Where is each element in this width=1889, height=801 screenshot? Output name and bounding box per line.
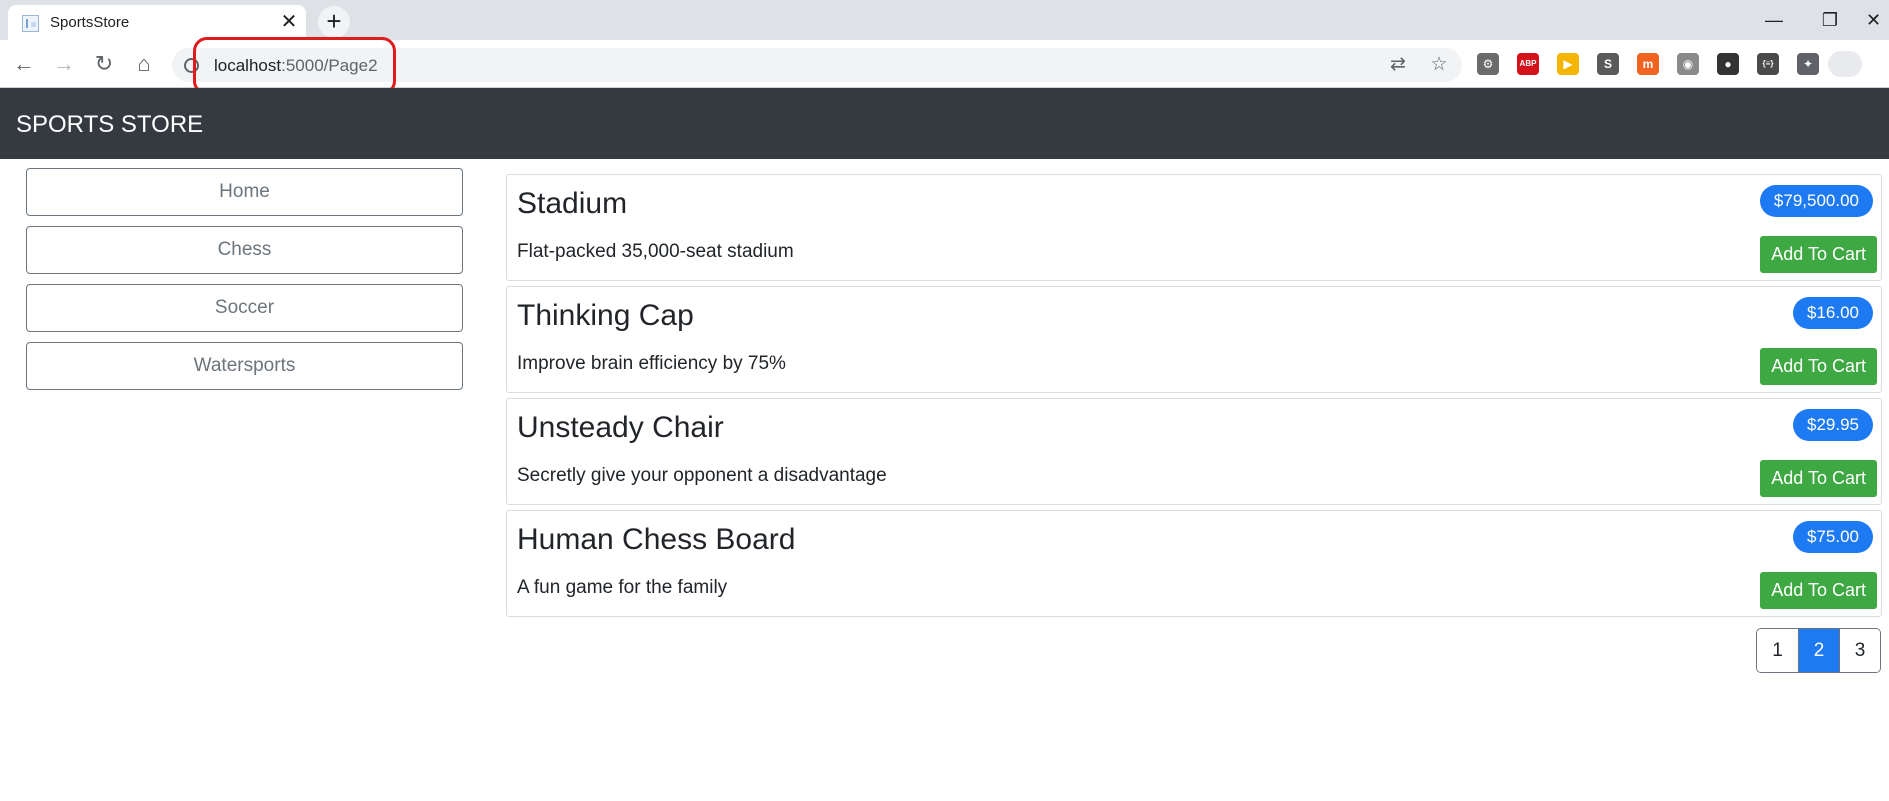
page-2-button[interactable]: 2 <box>1798 629 1839 672</box>
browser-tab[interactable]: SportsStore ✕ <box>8 5 306 40</box>
brand-title[interactable]: SPORTS STORE <box>16 111 203 139</box>
close-tab-icon[interactable]: ✕ <box>278 11 300 33</box>
close-window-button[interactable]: ✕ <box>1858 6 1889 34</box>
browser-tabstrip: SportsStore ✕ + — ❐ ✕ <box>0 0 1889 40</box>
reload-icon[interactable]: ↻ <box>89 49 119 79</box>
translate-icon[interactable]: ⇄ <box>1385 52 1411 78</box>
bookmark-star-icon[interactable]: ☆ <box>1426 52 1452 78</box>
page-favicon-icon <box>22 15 39 32</box>
back-icon[interactable]: ← <box>9 49 39 79</box>
profile-avatar[interactable] <box>1828 51 1862 77</box>
category-sidebar: Home Chess Soccer Watersports <box>26 168 463 400</box>
json-extension-icon[interactable]: {≡} <box>1757 53 1779 75</box>
price-badge: $79,500.00 <box>1759 185 1873 217</box>
url-annotation-highlight <box>193 37 396 95</box>
restore-window-button[interactable]: ❐ <box>1810 6 1850 34</box>
product-list: Stadium $79,500.00 Flat-packed 35,000-se… <box>506 174 1882 622</box>
product-description: Improve brain efficiency by 75% <box>517 353 786 374</box>
add-to-cart-button[interactable]: Add To Cart <box>1760 348 1877 385</box>
product-description: A fun game for the family <box>517 577 728 598</box>
forward-icon[interactable]: → <box>49 49 79 79</box>
category-watersports-button[interactable]: Watersports <box>26 342 463 390</box>
product-card: Unsteady Chair $29.95 Secretly give your… <box>506 398 1882 505</box>
wifi-extension-icon[interactable]: ◉ <box>1677 53 1699 75</box>
add-to-cart-button[interactable]: Add To Cart <box>1760 572 1877 609</box>
product-card: Stadium $79,500.00 Flat-packed 35,000-se… <box>506 174 1882 281</box>
category-chess-button[interactable]: Chess <box>26 226 463 274</box>
product-description: Flat-packed 35,000-seat stadium <box>517 241 794 262</box>
category-soccer-button[interactable]: Soccer <box>26 284 463 332</box>
site-navbar: SPORTS STORE <box>0 88 1889 159</box>
product-card: Thinking Cap $16.00 Improve brain effici… <box>506 286 1882 393</box>
product-card: Human Chess Board $75.00 A fun game for … <box>506 510 1882 617</box>
add-to-cart-button[interactable]: Add To Cart <box>1760 236 1877 273</box>
price-badge: $29.95 <box>1793 409 1873 441</box>
add-to-cart-button[interactable]: Add To Cart <box>1760 460 1877 497</box>
product-description: Secretly give your opponent a disadvanta… <box>517 465 887 486</box>
price-badge: $16.00 <box>1793 297 1873 329</box>
product-name: Stadium <box>517 187 628 220</box>
product-name: Thinking Cap <box>517 299 694 332</box>
product-name: Unsteady Chair <box>517 411 724 444</box>
pagination: 1 2 3 <box>1756 628 1881 673</box>
gear-extension-icon[interactable]: ⚙ <box>1477 53 1499 75</box>
puzzle-extension-icon[interactable]: ✦ <box>1797 53 1819 75</box>
page-1-button[interactable]: 1 <box>1757 629 1798 672</box>
tab-title: SportsStore <box>50 14 130 31</box>
minimize-window-button[interactable]: — <box>1754 6 1794 34</box>
page-3-button[interactable]: 3 <box>1839 629 1880 672</box>
category-home-button[interactable]: Home <box>26 168 463 216</box>
new-tab-button[interactable]: + <box>318 6 350 38</box>
price-badge: $75.00 <box>1793 521 1873 553</box>
balls-extension-icon[interactable]: ● <box>1717 53 1739 75</box>
product-name: Human Chess Board <box>517 523 796 556</box>
slides-extension-icon[interactable]: ▶ <box>1557 53 1579 75</box>
home-icon[interactable]: ⌂ <box>129 49 159 79</box>
magento-extension-icon[interactable]: m <box>1637 53 1659 75</box>
adblock-extension-icon[interactable]: ABP <box>1517 53 1539 75</box>
s-extension-icon[interactable]: S <box>1597 53 1619 75</box>
